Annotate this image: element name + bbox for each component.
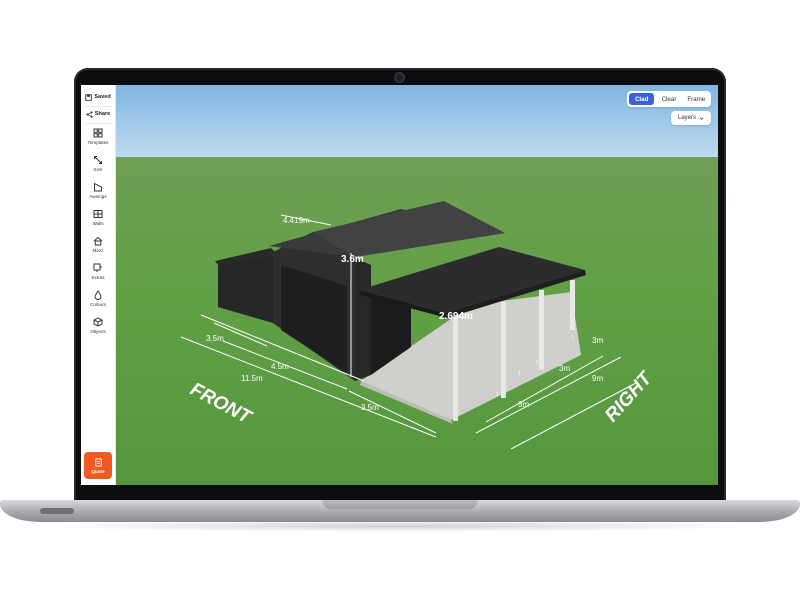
- front-bay-label: 3.5m: [361, 403, 379, 412]
- view-mode-clad[interactable]: Clad: [629, 93, 655, 105]
- share-label: Share: [94, 111, 111, 117]
- awning-height-label: 2.694m: [439, 311, 473, 322]
- sidebar-item-label: Extras: [91, 275, 105, 280]
- awning-icon: [94, 182, 102, 192]
- sidebar-item-templates[interactable]: Templates: [81, 128, 115, 154]
- mezzanine-icon: [93, 236, 103, 246]
- mid-bay-label: 4.5m: [271, 362, 289, 371]
- lean-to-front-wall: [355, 258, 371, 381]
- sidebar-item-label: Objects: [90, 329, 106, 334]
- right-total-label: 9m: [592, 374, 603, 383]
- left-bay-label: 3.5m: [206, 334, 224, 343]
- templates-icon: [93, 128, 103, 138]
- document-icon: [94, 457, 102, 467]
- sidebar-item-walls[interactable]: Walls: [81, 209, 115, 235]
- sidebar-item-colours[interactable]: Colours: [81, 290, 115, 316]
- walls-icon: [93, 210, 103, 218]
- colour-drop-icon: [94, 290, 102, 300]
- awning-post: [501, 302, 506, 398]
- view-mode-clear[interactable]: Clear: [656, 93, 681, 105]
- save-icon: [85, 93, 93, 101]
- layers-dropdown[interactable]: Layers: [671, 111, 711, 125]
- sky: [81, 85, 718, 165]
- share-icon: [86, 110, 93, 118]
- sidebar-item-label: Colours: [90, 302, 106, 307]
- right-top-label: 3m: [592, 336, 603, 345]
- total-length-label: 11.5m: [241, 374, 263, 383]
- sidebar-item-label: Awnings: [89, 194, 107, 199]
- app-screen: 4.419m 3.6m 2.694m 3.5m 4.5m 11.5m 3.5m …: [81, 85, 718, 485]
- saved-label: Saved: [94, 94, 111, 100]
- tool-sidebar: Saved Share Templates Size Awnings Walls…: [81, 85, 116, 485]
- quote-label: Quote: [91, 468, 105, 474]
- webcam: [394, 72, 405, 83]
- sidebar-item-extras[interactable]: Extras: [81, 263, 115, 289]
- sidebar-item-label: Templates: [87, 140, 109, 145]
- awning-post: [539, 290, 544, 370]
- resize-icon: [94, 156, 102, 164]
- chevron-down-icon: [699, 116, 704, 120]
- post-number: 1: [496, 392, 499, 398]
- sidebar-item-awnings[interactable]: Awnings: [81, 182, 115, 208]
- awning-post: [570, 280, 575, 330]
- 3d-viewport[interactable]: 4.419m 3.6m 2.694m 3.5m 4.5m 11.5m 3.5m …: [81, 85, 718, 485]
- right-bottom-label: 3m: [518, 400, 529, 409]
- sidebar-item-label: Mezz: [92, 248, 104, 253]
- right-mid-label: 3m: [559, 364, 570, 373]
- sidebar-item-size[interactable]: Size: [81, 155, 115, 181]
- sidebar-item-objects[interactable]: Objects: [81, 317, 115, 343]
- divider: [85, 123, 111, 124]
- ridge-width-label: 4.419m: [283, 216, 310, 225]
- post-number: 1: [518, 371, 521, 377]
- laptop-base-vent: [40, 508, 74, 514]
- sidebar-item-label: Walls: [92, 221, 104, 226]
- layers-label: Layers: [677, 115, 696, 121]
- sidebar-item-mezz[interactable]: Mezz: [81, 236, 115, 262]
- post-number: 1: [539, 350, 542, 356]
- saved-status[interactable]: Saved: [84, 90, 112, 104]
- awning-post: [453, 317, 458, 421]
- sidebar-item-label: Size: [93, 167, 103, 172]
- cube-icon: [93, 317, 103, 327]
- view-mode-toggle: Clad Clear Frame: [627, 91, 711, 107]
- share-button[interactable]: Share: [84, 107, 112, 121]
- view-mode-frame[interactable]: Frame: [684, 93, 709, 105]
- laptop-opening-notch: [322, 500, 478, 509]
- quote-button[interactable]: Quote: [84, 452, 112, 479]
- wall-height-label: 3.6m: [341, 254, 364, 265]
- post-number: 2: [536, 360, 539, 366]
- extras-icon: [93, 263, 102, 272]
- post-number: 1: [571, 335, 574, 341]
